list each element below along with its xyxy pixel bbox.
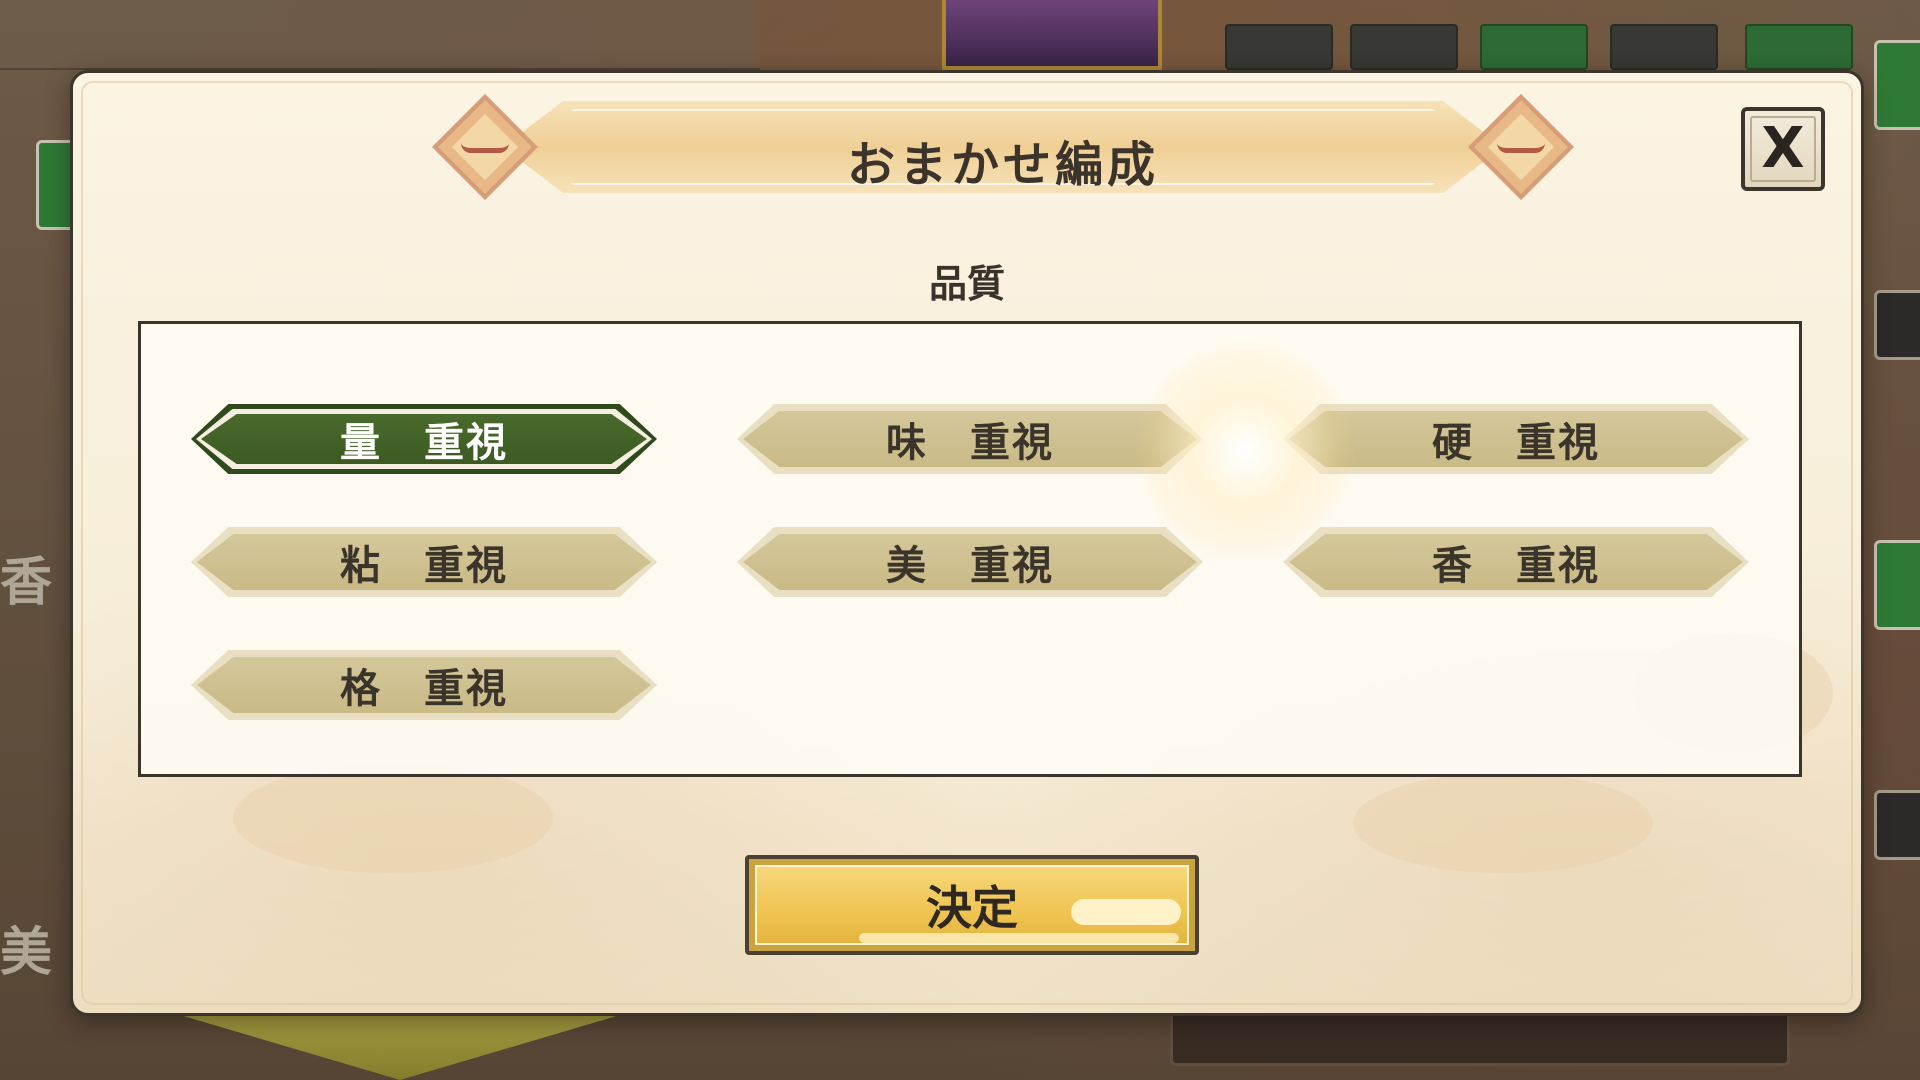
option-beauty[interactable]: 美 重視 [737,527,1203,597]
close-button[interactable]: X [1741,107,1825,191]
close-icon: X [1761,116,1805,181]
cloud-decoration [233,763,553,873]
dialog-title: おまかせ編成 [846,137,1159,193]
option-label: 硬 重視 [1432,420,1600,466]
option-label: 美 重視 [886,543,1054,589]
option-quantity[interactable]: 量 重視 [191,404,657,474]
quality-options-panel: 量 重視 味 重視 硬 重視 粘 重視 美 重視 香 重視 格 重視 [138,321,1802,777]
cloud-decoration [1353,773,1653,873]
option-label: 粘 重視 [340,543,508,589]
auto-formation-dialog: おまかせ編成 X 品質 量 重視 味 重視 硬 重視 粘 重視 美 重視 香 重… [70,70,1864,1016]
option-label: 量 重視 [340,420,508,466]
option-grade[interactable]: 格 重視 [191,650,657,720]
section-label-quality: 品質 [928,262,1005,306]
option-hardness[interactable]: 硬 重視 [1283,404,1749,474]
option-taste[interactable]: 味 重視 [737,404,1203,474]
option-stickiness[interactable]: 粘 重視 [191,527,657,597]
title-banner: おまかせ編成 [432,91,1574,203]
confirm-button-label: 決定 [926,881,1018,935]
option-aroma[interactable]: 香 重視 [1283,527,1749,597]
option-label: 格 重視 [340,666,508,712]
confirm-button[interactable]: 決定 [745,855,1199,955]
option-label: 香 重視 [1432,543,1600,589]
option-label: 味 重視 [886,420,1054,466]
